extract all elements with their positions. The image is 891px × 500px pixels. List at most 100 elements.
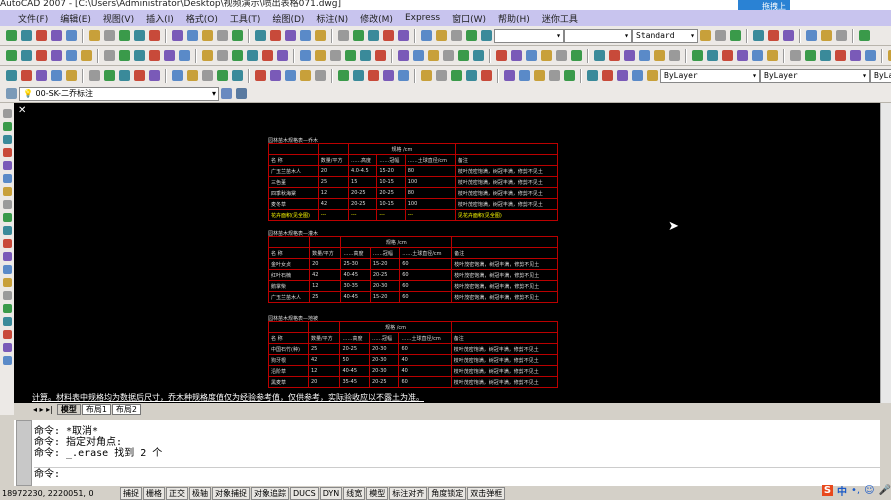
toolbar-tool-icon[interactable]: [473, 50, 484, 61]
layer-previous-icon[interactable]: [236, 88, 247, 99]
toolbar-tool-icon[interactable]: [700, 30, 711, 41]
toolbar-tool-icon[interactable]: [277, 50, 288, 61]
toolbar-tool-icon[interactable]: [428, 50, 439, 61]
toolbar-tool-icon[interactable]: [805, 50, 816, 61]
toolbar-tool-icon[interactable]: [443, 50, 454, 61]
linetype-dropdown[interactable]: ByLayer: [760, 68, 870, 83]
toolbar-tool-icon[interactable]: [2, 304, 12, 313]
toolbar-tool-icon[interactable]: [2, 252, 12, 261]
emoji-icon[interactable]: ☺: [864, 485, 874, 496]
toolbar-tool-icon[interactable]: [6, 50, 17, 61]
toolbar-tool-icon[interactable]: [172, 70, 183, 81]
tab-model[interactable]: 模型: [56, 403, 81, 415]
toolbar-tool-icon[interactable]: [820, 50, 831, 61]
toolbar-tool-icon[interactable]: [571, 50, 582, 61]
toolbar-tool-icon[interactable]: [790, 50, 801, 61]
tab-layout1[interactable]: 布局1: [81, 403, 111, 415]
status-toggle-4[interactable]: 对象捕捉: [212, 486, 250, 500]
toolbar-tool-icon[interactable]: [300, 70, 311, 81]
toolbar-tool-icon[interactable]: [504, 70, 515, 81]
toolbar-tool-icon[interactable]: [768, 30, 779, 41]
toolbar-tool-icon[interactable]: [859, 30, 870, 41]
toolbar-tool-icon[interactable]: [2, 356, 12, 365]
toolbar-tool-icon[interactable]: [850, 50, 861, 61]
command-input[interactable]: 命令:: [34, 467, 880, 480]
toolbar-tool-icon[interactable]: [172, 30, 183, 41]
toolbar-tool-icon[interactable]: [66, 50, 77, 61]
tab-layout2[interactable]: 布局2: [111, 403, 142, 415]
toolbar-tool-icon[interactable]: [270, 30, 281, 41]
toolbar-tool-icon[interactable]: [368, 70, 379, 81]
status-toggle-1[interactable]: 栅格: [143, 486, 165, 500]
status-toggle-3[interactable]: 极轴: [189, 486, 211, 500]
drawing-canvas[interactable]: ✕ 园林苗木规格表—乔木 规格 /cm 名 称数量/平方 ……高度 ……冠幅 ……土球直径…: [14, 103, 880, 403]
toolbar-tool-icon[interactable]: [149, 50, 160, 61]
menu-4[interactable]: 格式(O): [186, 12, 218, 25]
toolbar-tool-icon[interactable]: [232, 30, 243, 41]
toolbar-tool-icon[interactable]: [609, 50, 620, 61]
toolbar-tool-icon[interactable]: [451, 30, 462, 41]
toolbar-tool-icon[interactable]: [806, 30, 817, 41]
toolbar-tool-icon[interactable]: [617, 70, 628, 81]
toolbar-tool-icon[interactable]: [383, 30, 394, 41]
toolbar-tool-icon[interactable]: [51, 50, 62, 61]
layer-dropdown[interactable]: 💡 00-SK-二乔标注: [19, 86, 219, 101]
toolbar-tool-icon[interactable]: [262, 50, 273, 61]
toolbar-tool-icon[interactable]: [707, 50, 718, 61]
toolbar-tool-icon[interactable]: [783, 30, 794, 41]
status-toggle-5[interactable]: 对象追踪: [251, 486, 289, 500]
toolbar-tool-icon[interactable]: [119, 70, 130, 81]
toolbar-tool-icon[interactable]: [436, 70, 447, 81]
menu-2[interactable]: 视图(V): [103, 12, 134, 25]
toolbar-tool-icon[interactable]: [315, 30, 326, 41]
toolbar-tool-icon[interactable]: [398, 50, 409, 61]
text-style-dropdown[interactable]: Standard: [632, 28, 698, 43]
toolbar-tool-icon[interactable]: [2, 213, 12, 222]
toolbar-tool-icon[interactable]: [436, 30, 447, 41]
toolbar-tool-icon[interactable]: [753, 30, 764, 41]
menu-9[interactable]: Express: [405, 13, 440, 23]
toolbar-tool-icon[interactable]: [353, 30, 364, 41]
toolbar-tool-icon[interactable]: [202, 50, 213, 61]
command-window[interactable]: 命令: *取消* 命令: 指定对角点: 命令: _.erase 找到 2 个 命…: [14, 420, 880, 486]
toolbar-tool-icon[interactable]: [421, 70, 432, 81]
toolbar-tool-icon[interactable]: [383, 70, 394, 81]
toolbar-tool-icon[interactable]: [2, 200, 12, 209]
toolbar-tool-icon[interactable]: [669, 50, 680, 61]
tab-nav-arrows[interactable]: ◂ ▸ ▸|: [30, 405, 56, 414]
toolbar-tool-icon[interactable]: [134, 70, 145, 81]
toolbar-tool-icon[interactable]: [715, 30, 726, 41]
toolbar-tool-icon[interactable]: [360, 50, 371, 61]
status-toggle-8[interactable]: 线宽: [343, 486, 366, 500]
toolbar-tool-icon[interactable]: [556, 50, 567, 61]
toolbar-tool-icon[interactable]: [202, 30, 213, 41]
toolbar-tool-icon[interactable]: [413, 50, 424, 61]
toolbar-tool-icon[interactable]: [270, 70, 281, 81]
toolbar-tool-icon[interactable]: [421, 30, 432, 41]
toolbar-tool-icon[interactable]: [36, 70, 47, 81]
toolbar-tool-icon[interactable]: [2, 174, 12, 183]
toolbar-tool-icon[interactable]: [481, 70, 492, 81]
toolbar-tool-icon[interactable]: [2, 122, 12, 131]
toolbar-tool-icon[interactable]: [255, 70, 266, 81]
command-panel-handle[interactable]: [16, 420, 32, 486]
toolbar-tool-icon[interactable]: [647, 70, 658, 81]
status-toggle-9[interactable]: 模型: [366, 486, 389, 500]
color-dropdown[interactable]: ByLayer: [660, 68, 760, 83]
toolbar-tool-icon[interactable]: [285, 30, 296, 41]
toolbar-tool-icon[interactable]: [519, 70, 530, 81]
toolbar-tool-icon[interactable]: [594, 50, 605, 61]
menu-1[interactable]: 编辑(E): [60, 12, 91, 25]
toolbar-tool-icon[interactable]: [232, 70, 243, 81]
ime-language[interactable]: 中: [837, 483, 847, 498]
toolbar-tool-icon[interactable]: [2, 278, 12, 287]
lineweight-dropdown[interactable]: ByLayer: [870, 68, 891, 83]
toolbar-tool-icon[interactable]: [2, 317, 12, 326]
toolbar-tool-icon[interactable]: [624, 50, 635, 61]
toolbar-tool-icon[interactable]: [6, 30, 17, 41]
toolbar-tool-icon[interactable]: [300, 30, 311, 41]
toolbar-tool-icon[interactable]: [398, 70, 409, 81]
toolbar-tool-icon[interactable]: [217, 70, 228, 81]
toolbar-tool-icon[interactable]: [752, 50, 763, 61]
toolbar-tool-icon[interactable]: [21, 50, 32, 61]
